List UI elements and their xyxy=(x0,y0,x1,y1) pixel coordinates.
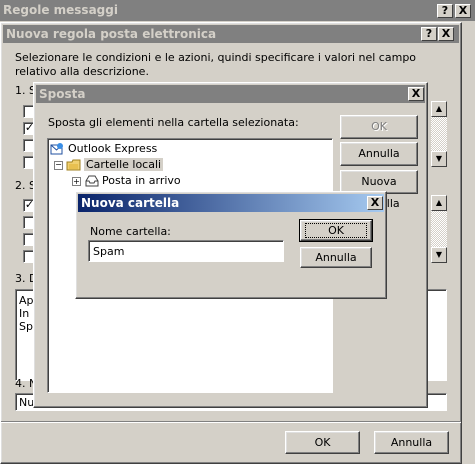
new-folder-titlebar: Nuova cartella xyxy=(78,194,384,212)
new-rule-titlebar: Nuova regola posta elettronica xyxy=(3,25,459,43)
rules-window-titlebar: Regole messaggi xyxy=(0,0,475,21)
rules-window-title: Regole messaggi xyxy=(3,3,118,17)
folder-name-label: Nome cartella: xyxy=(90,225,171,238)
new-rule-help-button[interactable]: ? xyxy=(421,27,437,41)
move-dialog-titlebar: Sposta xyxy=(36,85,425,103)
outlook-express-icon xyxy=(50,142,64,156)
tree-label-inbox: Posta in arrivo xyxy=(102,174,181,187)
new-folder-dialog: Nuova cartella X Nome cartella: Spam OK … xyxy=(75,191,387,299)
description-line-1: Ap xyxy=(19,294,34,307)
local-folders-icon xyxy=(66,158,82,172)
actions-scroll-up-icon[interactable]: ▲ xyxy=(431,195,447,211)
new-rule-close-button[interactable]: X xyxy=(438,27,454,41)
new-folder-close-button[interactable]: X xyxy=(367,196,383,210)
rule-name-value: Nu xyxy=(19,396,35,409)
tree-label-outlook-express: Outlook Express xyxy=(68,142,158,155)
expand-toggle-icon[interactable]: + xyxy=(72,177,81,186)
conditions-scroll-down-icon[interactable]: ▼ xyxy=(431,151,447,167)
new-rule-title: Nuova regola posta elettronica xyxy=(6,27,217,41)
new-rule-ok-button[interactable]: OK xyxy=(285,431,360,454)
conditions-scrollbar[interactable] xyxy=(431,117,447,151)
instructions-text: Selezionare le condizioni e le azioni, q… xyxy=(15,51,417,78)
new-rule-cancel-button[interactable]: Annulla xyxy=(374,431,449,454)
conditions-scroll-up-icon[interactable]: ▲ xyxy=(431,101,447,117)
actions-scrollbar[interactable] xyxy=(431,211,447,247)
collapse-toggle-icon[interactable]: − xyxy=(54,161,63,170)
new-folder-title: Nuova cartella xyxy=(81,196,180,210)
move-ok-button[interactable]: OK xyxy=(340,115,418,139)
new-folder-cancel-button[interactable]: Annulla xyxy=(300,247,372,268)
folder-name-value: Spam xyxy=(93,245,125,258)
new-folder-ok-button[interactable]: OK xyxy=(299,219,373,242)
inbox-icon xyxy=(85,174,99,188)
rules-close-button[interactable]: X xyxy=(455,4,471,18)
move-dialog-title: Sposta xyxy=(39,87,86,101)
actions-scroll-down-icon[interactable]: ▼ xyxy=(431,247,447,263)
new-folder-ok-label: OK xyxy=(305,223,367,238)
tree-label-local-folders: Cartelle locali xyxy=(84,158,164,171)
move-prompt: Sposta gli elementi nella cartella selez… xyxy=(48,116,299,129)
folder-name-input[interactable]: Spam xyxy=(88,240,284,262)
description-line-2: In xyxy=(19,307,30,320)
move-cancel-button[interactable]: Annulla xyxy=(340,142,418,166)
rules-help-button[interactable]: ? xyxy=(437,4,453,18)
separator xyxy=(1,421,461,423)
move-close-button[interactable]: X xyxy=(408,87,424,101)
